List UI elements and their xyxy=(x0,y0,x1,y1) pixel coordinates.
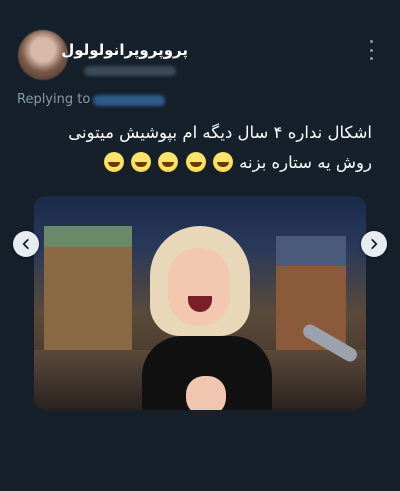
author-handle[interactable] xyxy=(84,66,176,76)
tweet-text-line-2-text: روش یه ستاره بزنه xyxy=(239,153,372,172)
previous-media-button[interactable] xyxy=(13,231,39,257)
chevron-left-icon xyxy=(22,239,29,249)
more-options-button[interactable] xyxy=(368,40,374,60)
more-vertical-icon xyxy=(369,40,373,43)
next-media-button[interactable] xyxy=(361,231,387,257)
tweet-text-line-1: اشکال نداره ۴ سال دیگه ام بپوشیش میتونی xyxy=(68,123,372,142)
replying-to-handle-link[interactable] xyxy=(93,95,165,106)
emoji-group xyxy=(103,148,234,178)
hands xyxy=(186,376,226,410)
chevron-right-icon xyxy=(371,239,378,249)
tweet-media-image[interactable] xyxy=(34,196,366,410)
laughing-face-icon xyxy=(131,152,152,172)
replying-to-label: Replying to xyxy=(17,92,91,107)
laughing-face-icon xyxy=(158,152,179,172)
author-name[interactable]: پروپروپرانولولول xyxy=(61,41,188,59)
laughing-face-icon xyxy=(103,152,124,172)
laughing-face-icon xyxy=(185,152,206,172)
tweet-text: اشکال نداره ۴ سال دیگه ام بپوشیش میتونی … xyxy=(22,118,372,178)
laughing-face-icon xyxy=(212,152,233,172)
tweet-text-line-2: روش یه ستاره بزنه xyxy=(22,148,372,178)
face xyxy=(168,248,230,326)
laughing-woman xyxy=(142,226,272,410)
